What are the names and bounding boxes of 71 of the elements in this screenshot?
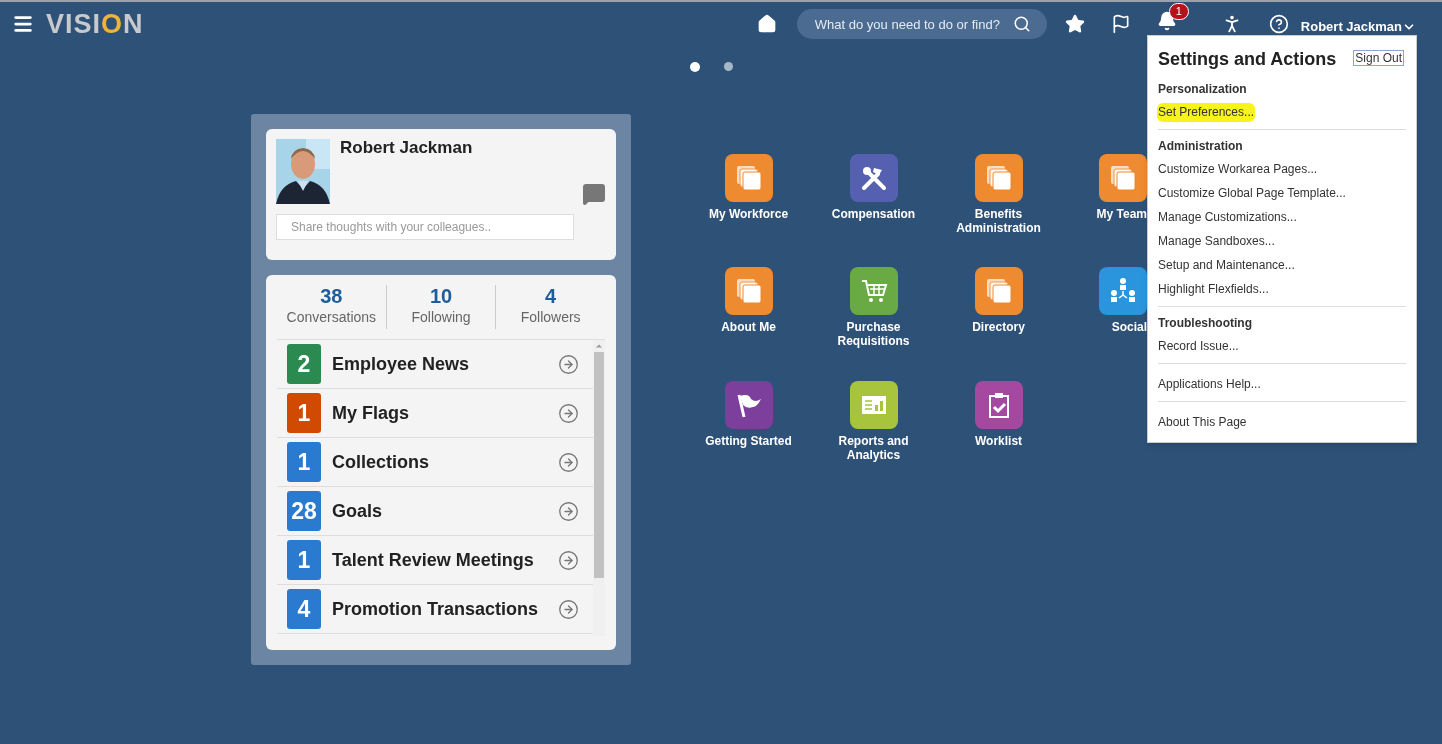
feed-row[interactable]: 1 Collections [277, 438, 593, 487]
feed-row[interactable]: 1 My Flags [277, 389, 593, 438]
feed-label: Collections [332, 450, 429, 474]
app-tile[interactable]: Compensation [811, 154, 936, 267]
arrow-right-icon[interactable] [558, 598, 579, 620]
share-field[interactable]: Share thoughts with your colleagues.. [276, 214, 574, 240]
feed-label: Goals [332, 499, 383, 523]
sign-out-button[interactable]: Sign Out [1353, 50, 1404, 66]
search-field[interactable]: What do you need to do or find? [796, 9, 1047, 39]
menu-item[interactable]: About This Page [1158, 413, 1247, 432]
feed-label: Employee News [332, 352, 470, 376]
scrollbar[interactable] [593, 340, 605, 636]
app-tile[interactable]: My Workforce [686, 154, 811, 267]
arrow-right-icon[interactable] [558, 353, 579, 375]
home-icon[interactable] [756, 14, 777, 34]
search-icon[interactable] [1012, 15, 1031, 33]
add-comment-icon[interactable] [582, 182, 606, 206]
bell-icon[interactable] [1156, 10, 1177, 31]
stat-label: Conversations [286, 308, 377, 326]
app-tile[interactable]: Purchase Requisitions [811, 267, 936, 381]
menu-button[interactable] [12, 13, 34, 35]
count-badge: 2 [287, 344, 321, 384]
count-badge: 1 [287, 442, 321, 482]
stat-label: Following [411, 308, 471, 326]
stat-count[interactable]: 38 [320, 285, 343, 308]
count-badge: 4 [287, 589, 321, 629]
menu-section-heading: Administration [1158, 138, 1244, 155]
menu-title: Settings and Actions [1158, 48, 1337, 70]
stat-count[interactable]: 10 [429, 285, 453, 308]
menu-section-heading: Troubleshooting [1158, 315, 1253, 332]
count-badge: 1 [287, 393, 321, 433]
menu-item[interactable]: Customize Workarea Pages... [1158, 160, 1318, 179]
help-icon[interactable] [1268, 14, 1289, 34]
menu-item[interactable]: Record Issue... [1158, 337, 1239, 356]
count-badge: 1 [287, 540, 321, 580]
menu-item[interactable]: Highlight Flexfields... [1158, 280, 1269, 299]
app-tile[interactable]: Directory [936, 267, 1061, 381]
app-tile[interactable]: Worklist [936, 380, 1061, 494]
notification-badge: 1 [1168, 2, 1189, 20]
feed-row[interactable]: 28 Goals [277, 487, 593, 536]
menu-item[interactable]: Customize Global Page Template... [1158, 184, 1346, 203]
arrow-right-icon[interactable] [558, 500, 579, 522]
app-tile[interactable]: Reports and Analytics [811, 380, 936, 494]
stat-count[interactable]: 4 [545, 285, 557, 308]
scroll-up-icon[interactable] [595, 343, 603, 349]
app-tile[interactable]: About Me [686, 267, 811, 381]
menu-item[interactable]: Setup and Maintenance... [1158, 256, 1295, 275]
logo: VISION [46, 10, 144, 38]
menu-item[interactable]: Set Preferences... [1157, 103, 1256, 122]
menu-item[interactable]: Manage Sandboxes... [1158, 232, 1275, 251]
arrow-right-icon[interactable] [558, 402, 579, 424]
feed-row[interactable]: 4 Promotion Transactions [277, 585, 593, 634]
feed-label: My Flags [332, 401, 410, 425]
user-menu-button[interactable]: Robert Jackman [1300, 17, 1416, 37]
profile-name: Robert Jackman [340, 138, 473, 159]
app-tile[interactable]: My Team [1061, 154, 1147, 267]
feed-row[interactable]: 1 Talent Review Meetings [277, 536, 593, 585]
menu-section-heading: Personalization [1158, 81, 1248, 98]
star-icon[interactable] [1064, 14, 1085, 34]
feed-label: Talent Review Meetings [332, 548, 534, 572]
arrow-right-icon[interactable] [558, 549, 579, 571]
app-tile[interactable]: Getting Started [686, 380, 811, 494]
menu-item[interactable]: Applications Help... [1158, 375, 1261, 394]
menu-item[interactable]: Manage Customizations... [1158, 208, 1297, 227]
arrow-right-icon[interactable] [558, 451, 579, 473]
feed-label: Promotion Transactions [332, 597, 539, 621]
feed-row[interactable]: 2 Employee News [277, 340, 593, 389]
stat-label: Followers [520, 308, 581, 326]
app-tile[interactable]: Benefits Administration [936, 154, 1061, 267]
app-tile[interactable]: Social [1061, 267, 1147, 381]
count-badge: 28 [287, 491, 321, 531]
